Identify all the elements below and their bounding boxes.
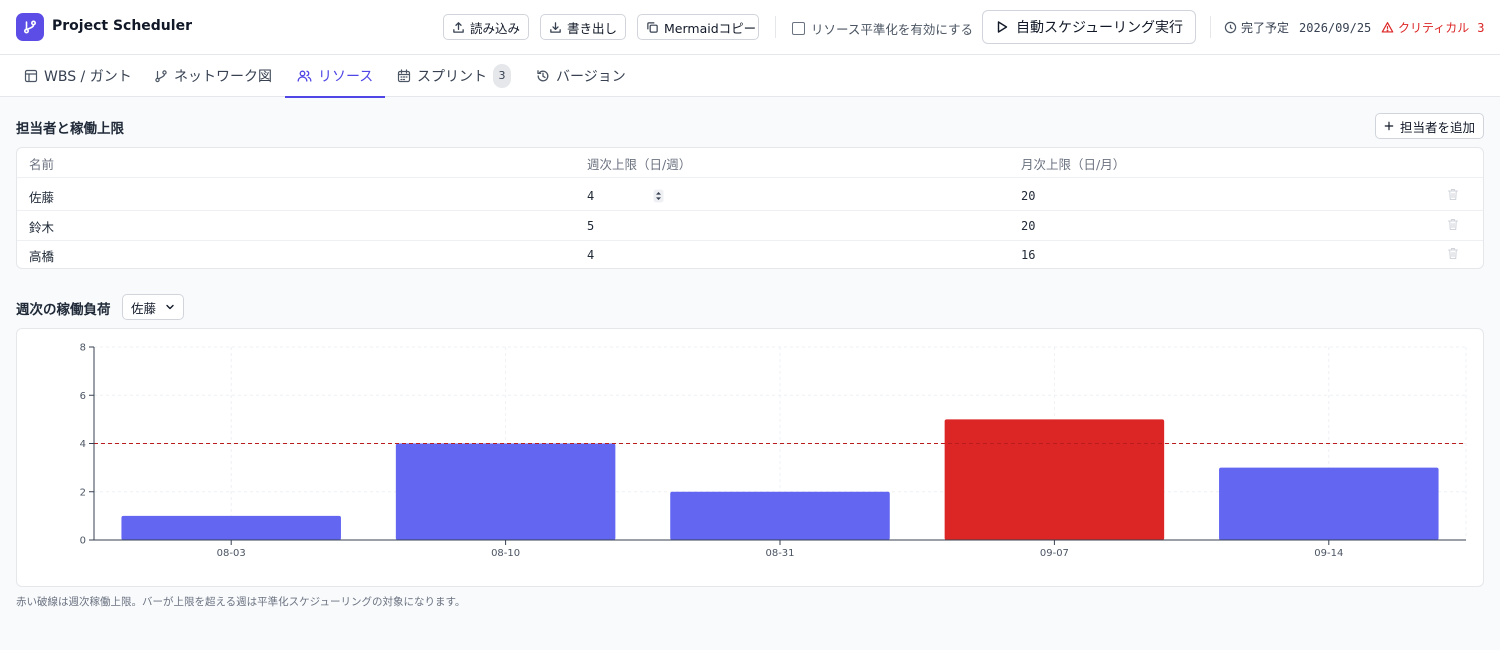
calendar-icon — [397, 69, 411, 83]
column-header-weekly: 週次上限（日/週） — [587, 156, 692, 172]
tab-network-label: ネットワーク図 — [174, 69, 272, 85]
auto-schedule-label: 自動スケジューリング実行 — [1016, 20, 1184, 36]
auto-schedule-button[interactable]: 自動スケジューリング実行 — [982, 10, 1197, 44]
x-tick-label: 09-07 — [1040, 548, 1069, 559]
weekly-limit-input[interactable]: 4 — [587, 240, 594, 268]
assignee-name-input[interactable]: 高橋 — [29, 240, 54, 268]
table-icon — [24, 69, 38, 83]
bar — [1219, 467, 1439, 540]
monthly-limit-input[interactable]: 16 — [1021, 240, 1035, 268]
monthly-limit-input[interactable]: 20 — [1021, 181, 1035, 211]
person-select-value: 佐藤 — [131, 300, 157, 316]
toolbar-divider — [775, 16, 776, 38]
workload-chart: 0 2 4 6 8 08-03 08-10 08-31 09-07 09-14 — [16, 328, 1484, 587]
chevron-down-icon — [166, 304, 174, 310]
mermaid-copy-button[interactable]: Mermaidコピー — [637, 14, 759, 40]
tab-sprints-label: スプリント — [417, 69, 487, 85]
tab-resources-label: リソース — [318, 69, 374, 85]
column-header-name: 名前 — [29, 156, 55, 172]
y-tick-label: 6 — [80, 391, 86, 402]
due-date-status: 完了予定 2026/09/25 — [1224, 19, 1371, 36]
assignees-title: 担当者と稼働上限 — [16, 121, 124, 137]
plus-icon — [1384, 121, 1394, 131]
leveling-label: リソース平準化を有効にする — [811, 22, 974, 37]
top-bar: Project Scheduler 読み込み 書き出し Mermaidコピー リ… — [0, 0, 1500, 55]
table-header-row: 名前 週次上限（日/週） 月次上限（日/月） — [17, 148, 1483, 178]
assignee-name-input[interactable]: 佐藤 — [29, 181, 54, 211]
critical-count: 3 — [1477, 20, 1485, 35]
workload-chart-svg: 0 2 4 6 8 08-03 08-10 08-31 09-07 09-14 — [80, 343, 1467, 559]
branch-icon — [23, 20, 37, 34]
bar — [670, 491, 890, 540]
due-label: 完了予定 — [1241, 21, 1290, 35]
bar — [395, 443, 616, 540]
y-tick-label: 2 — [80, 487, 86, 498]
due-date: 2026/09/25 — [1299, 20, 1372, 35]
person-select[interactable]: 佐藤 — [122, 294, 184, 320]
leveling-toggle[interactable]: リソース平準化を有効にする — [792, 19, 973, 38]
mermaid-copy-label: Mermaidコピー — [664, 20, 757, 36]
tab-versions-label: バージョン — [556, 69, 626, 85]
app-title: Project Scheduler — [52, 18, 192, 34]
tab-versions[interactable]: バージョン — [536, 55, 626, 97]
tab-bar: WBS / ガント ネットワーク図 リソース スプリント 3 バージョン — [0, 55, 1500, 98]
assignees-table: 名前 週次上限（日/週） 月次上限（日/月） 佐藤 4 20 鈴木 5 20 高… — [16, 147, 1484, 269]
tab-network[interactable]: ネットワーク図 — [154, 55, 272, 97]
sprint-count-badge: 3 — [493, 64, 511, 88]
y-tick-label: 0 — [80, 536, 86, 547]
bar-over-limit — [944, 419, 1165, 540]
tab-wbs-gantt-label: WBS / ガント — [44, 69, 132, 85]
app-logo — [16, 13, 44, 41]
add-assignee-label: 担当者を追加 — [1399, 119, 1475, 135]
critical-label: クリティカル — [1398, 21, 1470, 35]
export-label: 書き出し — [567, 20, 618, 36]
download-icon — [550, 21, 561, 33]
chart-note: 赤い破線は週次稼働上限。バーが上限を超える週は平準化スケジューリングの対象になり… — [16, 596, 466, 608]
toolbar-divider — [1210, 16, 1211, 38]
network-icon — [155, 70, 167, 83]
trash-icon[interactable] — [1447, 188, 1459, 201]
import-label: 読み込み — [470, 20, 521, 36]
import-button[interactable]: 読み込み — [443, 14, 529, 40]
workload-title: 週次の稼働負荷 — [16, 302, 111, 318]
y-tick-label: 4 — [80, 439, 86, 450]
x-tick-label: 08-03 — [217, 548, 246, 559]
trash-icon[interactable] — [1447, 247, 1459, 260]
warning-icon — [1381, 22, 1394, 33]
table-row: 佐藤 4 20 — [17, 181, 1483, 211]
critical-status: クリティカル 3 — [1381, 19, 1485, 36]
assignee-name-input[interactable]: 鈴木 — [29, 211, 54, 241]
copy-icon — [647, 21, 658, 33]
users-icon — [297, 70, 312, 82]
tab-resources[interactable]: リソース — [284, 55, 386, 98]
export-button[interactable]: 書き出し — [540, 14, 626, 40]
weekly-limit-input[interactable]: 5 — [587, 211, 594, 241]
trash-icon[interactable] — [1447, 218, 1459, 231]
monthly-limit-input[interactable]: 20 — [1021, 211, 1035, 241]
tab-sprints[interactable]: スプリント 3 — [397, 55, 511, 97]
table-row: 鈴木 5 20 — [17, 211, 1483, 241]
add-assignee-button[interactable]: 担当者を追加 — [1375, 113, 1484, 139]
column-header-monthly: 月次上限（日/月） — [1021, 156, 1126, 172]
table-row: 高橋 4 16 — [17, 240, 1483, 268]
history-icon — [537, 70, 549, 82]
x-tick-label: 08-31 — [765, 548, 794, 559]
bar — [121, 515, 341, 540]
x-tick-label: 08-10 — [491, 548, 520, 559]
clock-icon — [1224, 21, 1237, 34]
tab-wbs-gantt[interactable]: WBS / ガント — [24, 55, 132, 97]
upload-icon — [453, 21, 464, 33]
spinner-arrows-icon[interactable] — [653, 189, 664, 203]
x-tick-label: 09-14 — [1314, 548, 1343, 559]
play-icon — [997, 21, 1008, 33]
leveling-checkbox[interactable] — [792, 22, 805, 35]
y-tick-label: 8 — [80, 343, 86, 354]
weekly-limit-input[interactable]: 4 — [587, 181, 594, 211]
